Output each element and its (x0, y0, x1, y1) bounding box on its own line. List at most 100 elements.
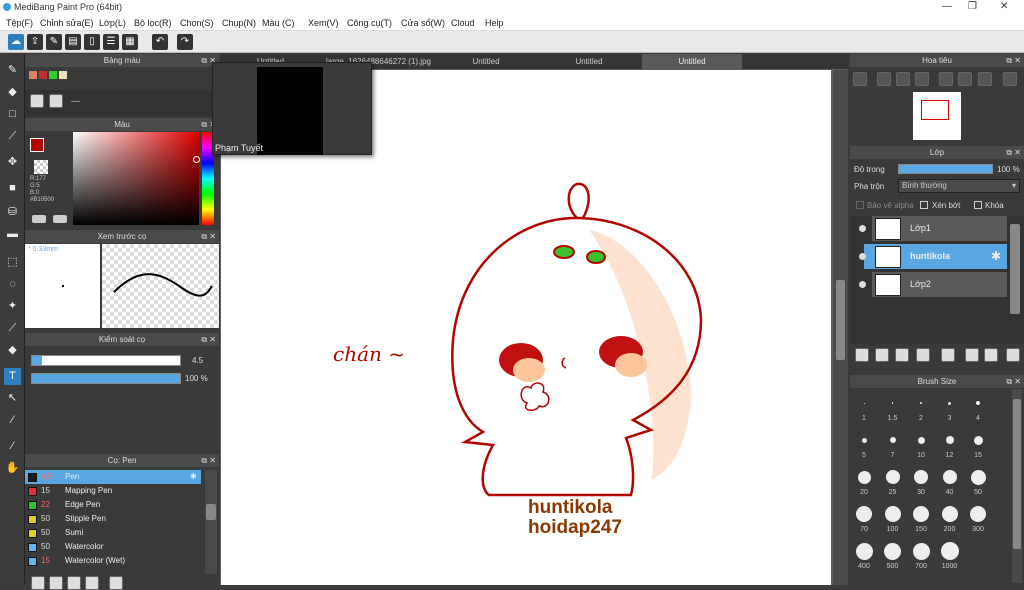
brush-size-option[interactable]: 1 (850, 393, 878, 427)
brush-settings-icon[interactable]: ✱ (190, 470, 197, 484)
menu-help[interactable]: Help (485, 18, 504, 28)
fit-icon[interactable] (896, 72, 910, 86)
new-layer-icon[interactable] (855, 348, 869, 362)
palette-swatch[interactable] (29, 71, 37, 79)
menu-view[interactable]: Xem(V) (308, 18, 339, 28)
menu-capture[interactable]: Chụp(N) (222, 18, 256, 28)
brush-item[interactable]: 22 Edge Pen (25, 498, 201, 512)
duplicate-layer-icon[interactable] (965, 348, 979, 362)
eyedropper2-tool-icon[interactable]: ⁄ (4, 438, 21, 455)
list-icon[interactable]: ☰ (103, 34, 119, 50)
tab-untitled-2[interactable]: Untitled (436, 54, 536, 69)
brush-size-option[interactable]: 400 (850, 541, 878, 575)
brush-folder-icon[interactable] (85, 576, 99, 590)
brush-size-option[interactable]: 70 (850, 504, 878, 538)
layer-opacity-slider[interactable] (898, 164, 993, 174)
transparent-swatch[interactable] (34, 160, 48, 174)
maximize-icon[interactable]: ❐ (968, 1, 977, 12)
new-halftone-layer-icon[interactable] (875, 348, 889, 362)
brush-size-option[interactable]: 30 (907, 467, 935, 501)
menu-file[interactable]: Tệp(F) (6, 18, 33, 28)
palette-swatch[interactable] (49, 71, 57, 79)
blend-mode-select[interactable]: Bình thường ▾ (898, 179, 1020, 193)
select-eraser-tool-icon[interactable]: ◆ (4, 342, 21, 359)
menu-cloud[interactable]: Cloud (451, 18, 475, 28)
brush-size-option[interactable]: 40 (936, 467, 964, 501)
menu-select[interactable]: Chọn(S) (180, 18, 214, 28)
reset-icon[interactable] (958, 72, 972, 86)
hand-tool-icon[interactable]: ✋ (4, 460, 21, 477)
visibility-eye-icon[interactable] (859, 253, 866, 260)
clipping-checkbox[interactable] (920, 201, 928, 209)
menu-filter[interactable]: Bộ lọc(R) (134, 18, 172, 28)
brush-item[interactable]: 50 Sumi (25, 526, 201, 540)
color-picker-square[interactable] (73, 132, 199, 225)
protect-alpha-checkbox[interactable] (856, 201, 864, 209)
menu-window[interactable]: Cửa sổ(W) (401, 18, 445, 28)
zoom-in-icon[interactable] (853, 72, 867, 86)
brush-size-option[interactable]: 300 (964, 504, 992, 538)
brush-item[interactable]: 15 Watercolor (Wet) (25, 554, 201, 568)
brush-item[interactable]: 50 Watercolor (25, 540, 201, 554)
gradient-tool-icon[interactable]: ▬ (4, 226, 21, 243)
close-icon[interactable]: ✕ (1000, 1, 1008, 12)
fill-rect-tool-icon[interactable]: ■ (4, 180, 21, 197)
eyedropper-tool-icon[interactable]: ⁄ (4, 412, 21, 429)
visibility-eye-icon[interactable] (859, 225, 866, 232)
layer-item[interactable]: Lớp1 (859, 216, 1007, 242)
visibility-eye-icon[interactable] (859, 281, 866, 288)
delete-palette-icon[interactable] (49, 94, 63, 108)
redo-icon[interactable]: ↷ (177, 34, 193, 50)
menu-layer[interactable]: Lớp(L) (99, 18, 126, 28)
tab-untitled-4[interactable]: Untitled (642, 54, 742, 69)
comment-icon[interactable]: ✎ (46, 34, 62, 50)
lasso-tool-icon[interactable]: ◌ (4, 276, 21, 293)
text-tool-icon[interactable]: T (4, 368, 21, 385)
color-mode-button[interactable] (32, 215, 46, 223)
add-brush-icon[interactable] (31, 576, 45, 590)
layer-item-selected[interactable]: huntikola ✱ (859, 244, 1007, 270)
navigator-thumbnail[interactable] (913, 92, 961, 140)
brush-opacity-slider[interactable] (31, 373, 181, 384)
brush-size-option[interactable]: 20 (850, 467, 878, 501)
brush-size-option[interactable]: 15 (964, 430, 992, 464)
pen-tool-icon[interactable]: ⟋ (4, 128, 21, 145)
minimize-icon[interactable]: — (942, 1, 952, 12)
menu-color[interactable]: Màu (C) (262, 18, 295, 28)
zoom-in-2-icon[interactable] (877, 72, 891, 86)
brush-size-slider[interactable] (31, 355, 181, 366)
brush-size-option[interactable]: 1.5 (879, 393, 907, 427)
delete-brush-icon[interactable] (109, 576, 123, 590)
rotate-right-icon[interactable] (978, 72, 992, 86)
chat-icon[interactable]: ▤ (65, 34, 81, 50)
select-pen-tool-icon[interactable]: ⟋ (4, 320, 21, 337)
lock-checkbox[interactable] (974, 201, 982, 209)
undo-icon[interactable]: ↶ (152, 34, 168, 50)
page-icon[interactable]: ▯ (84, 34, 100, 50)
canvas-text-label[interactable]: huntikola hoidap247 (528, 498, 622, 538)
brush-size-option[interactable]: 2 (907, 393, 935, 427)
tab-untitled-3[interactable]: Untitled (537, 54, 641, 69)
navigator-viewport[interactable] (921, 100, 949, 120)
brush-size-option[interactable]: 500 (879, 541, 907, 575)
brush-size-option[interactable]: 10 (907, 430, 935, 464)
layer-folder-icon[interactable] (941, 348, 955, 362)
palette-swatch[interactable] (59, 71, 67, 79)
upload-icon[interactable]: ⇪ (27, 34, 43, 50)
menu-edit[interactable]: Chỉnh sửa(E) (40, 18, 94, 28)
brush-item[interactable]: 4.5 Pen ✱ (25, 470, 201, 484)
primary-color-swatch[interactable] (30, 138, 44, 152)
brush-size-scrollbar[interactable] (1012, 389, 1022, 583)
new-palette-icon[interactable] (30, 94, 44, 108)
eraser-tool-icon[interactable]: ◆ (4, 84, 21, 101)
brush-size-option[interactable]: 25 (879, 467, 907, 501)
rotate-left-icon[interactable] (939, 72, 953, 86)
brush-size-option[interactable]: 700 (907, 541, 935, 575)
zoom-out-icon[interactable] (915, 72, 929, 86)
grid-icon[interactable]: ▦ (122, 34, 138, 50)
flip-icon[interactable] (1003, 72, 1017, 86)
new-8bit-layer-icon[interactable] (895, 348, 909, 362)
brush-size-option[interactable]: 150 (907, 504, 935, 538)
canvas-scrollbar-vertical[interactable] (833, 70, 848, 585)
brush-item[interactable]: 50 Stipple Pen (25, 512, 201, 526)
